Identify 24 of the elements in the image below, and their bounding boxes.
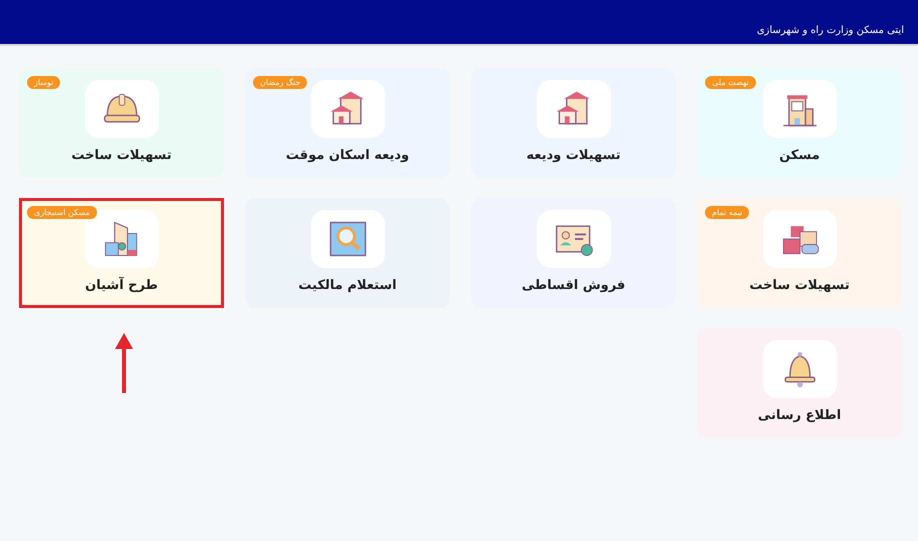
header-subtitle: ایتی مسکن وزارت راه و شهرسازی — [756, 25, 904, 36]
service-card[interactable]: فروش اقساطی — [471, 198, 676, 308]
card-title: اطلاع رسانی — [758, 408, 842, 423]
service-card[interactable]: جنگ رمضان ودیعه اسکان موقت — [245, 68, 450, 178]
tag-badge: جنگ رمضان — [253, 76, 308, 89]
card-title: تسهیلات ساخت — [71, 148, 172, 163]
tag-badge: نهضت ملی — [705, 76, 756, 89]
service-card[interactable]: استعلام مالکیت — [245, 198, 450, 308]
card-title: ودیعه اسکان موقت — [286, 148, 410, 163]
arrow-annotation — [114, 333, 134, 395]
card-title: مسکن — [779, 148, 820, 163]
service-card[interactable]: اطلاع رسانی — [697, 328, 902, 438]
service-card[interactable]: نوساز تسهیلات ساخت — [19, 68, 224, 178]
tag-badge: نوساز — [27, 76, 60, 89]
card-title: فروش اقساطی — [522, 278, 626, 293]
card-title: تسهیلات ودیعه — [526, 148, 621, 163]
service-card[interactable]: تسهیلات ودیعه — [471, 68, 676, 178]
service-card[interactable]: نیمه تمام تسهیلات ساخت — [697, 198, 902, 308]
service-card[interactable]: نهضت ملی مسکن — [697, 68, 902, 178]
card-title: طرح آشیان — [85, 278, 158, 293]
tag-badge: نیمه تمام — [705, 206, 750, 219]
card-title: تسهیلات ساخت — [749, 278, 850, 293]
card-title: استعلام مالکیت — [298, 278, 397, 293]
tag-badge: مسکن استیجاری — [27, 206, 97, 219]
